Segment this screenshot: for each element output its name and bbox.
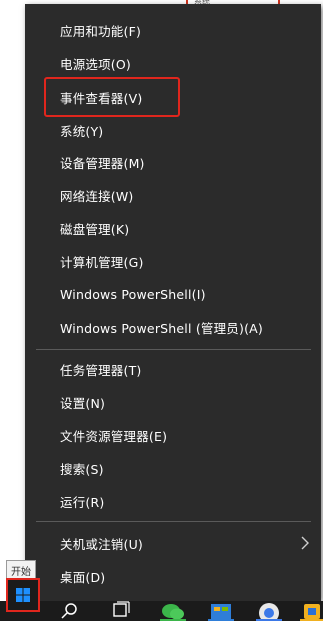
menu-item-powershell-admin[interactable]: Windows PowerShell (管理员)(A) <box>25 311 321 343</box>
windows-logo-icon <box>16 588 30 602</box>
desktop: 系统 应用和功能(F) 电源选项(O) 事件查看器(V) 系统(Y) 设备管理器… <box>0 0 323 621</box>
search-icon[interactable] <box>58 601 80 621</box>
menu-item-label: 设备管理器(M) <box>60 155 145 171</box>
menu-item-label: Windows PowerShell(I) <box>60 286 206 302</box>
menu-item-settings[interactable]: 设置(N) <box>25 386 321 418</box>
menu-item-label: 关机或注销(U) <box>60 536 144 552</box>
menu-item-search[interactable]: 搜索(S) <box>25 452 321 484</box>
menu-item-label: 应用和功能(F) <box>60 23 142 39</box>
menu-item-label: Windows PowerShell (管理员)(A) <box>60 320 263 336</box>
chevron-right-icon <box>301 536 309 550</box>
menu-item-label: 磁盘管理(K) <box>60 221 130 237</box>
menu-item-shutdown-signout[interactable]: 关机或注销(U) <box>25 527 321 559</box>
menu-item-power-options[interactable]: 电源选项(O) <box>25 47 321 79</box>
menu-item-label: 设置(N) <box>60 395 106 411</box>
menu-item-file-explorer[interactable]: 文件资源管理器(E) <box>25 419 321 451</box>
app-icon[interactable] <box>300 601 323 621</box>
start-tooltip: 开始 <box>6 560 36 580</box>
menu-item-label: 搜索(S) <box>60 461 104 477</box>
store-icon[interactable] <box>208 601 234 621</box>
menu-item-disk-management[interactable]: 磁盘管理(K) <box>25 212 321 244</box>
menu-item-desktop[interactable]: 桌面(D) <box>25 560 321 592</box>
menu-item-label: 任务管理器(T) <box>60 362 142 378</box>
menu-item-device-manager[interactable]: 设备管理器(M) <box>25 146 321 178</box>
menu-item-label: 电源选项(O) <box>60 56 131 72</box>
menu-item-powershell[interactable]: Windows PowerShell(I) <box>25 278 321 310</box>
menu-item-label: 运行(R) <box>60 494 105 510</box>
menu-item-label: 网络连接(W) <box>60 188 134 204</box>
start-button[interactable] <box>6 578 40 612</box>
chrome-icon[interactable] <box>256 601 282 621</box>
event-viewer-highlight-box <box>44 77 180 117</box>
menu-item-computer-management[interactable]: 计算机管理(G) <box>25 245 321 277</box>
menu-item-label: 系统(Y) <box>60 123 104 139</box>
task-view-icon[interactable] <box>110 601 132 621</box>
menu-item-apps-features[interactable]: 应用和功能(F) <box>25 14 321 46</box>
menu-item-label: 文件资源管理器(E) <box>60 428 168 444</box>
menu-item-label: 桌面(D) <box>60 569 106 585</box>
wechat-icon[interactable] <box>160 601 186 621</box>
menu-item-task-manager[interactable]: 任务管理器(T) <box>25 353 321 385</box>
menu-item-network-connections[interactable]: 网络连接(W) <box>25 179 321 211</box>
menu-item-run[interactable]: 运行(R) <box>25 485 321 517</box>
menu-separator <box>36 521 311 522</box>
winx-context-menu: 应用和功能(F) 电源选项(O) 事件查看器(V) 系统(Y) 设备管理器(M)… <box>25 4 321 601</box>
menu-item-label: 计算机管理(G) <box>60 254 144 270</box>
menu-item-system[interactable]: 系统(Y) <box>25 114 321 146</box>
menu-separator <box>36 349 311 350</box>
